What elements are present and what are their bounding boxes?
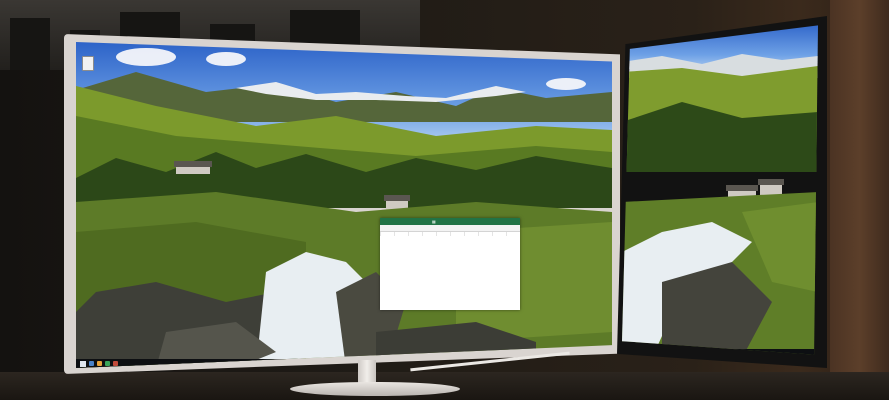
document-icon[interactable] (82, 56, 94, 71)
taskbar-app-icon[interactable] (89, 361, 94, 366)
excel-window[interactable]: ▦ (380, 218, 520, 310)
right-monitor-screen (622, 25, 818, 355)
monitor-stand-base (290, 382, 460, 396)
wallpaper-meadow-and-stream (622, 192, 818, 355)
wallpaper-hills (622, 66, 818, 172)
wallpaper-rocks-and-stream (76, 252, 536, 368)
spreadsheet-icon: ▦ (432, 219, 436, 224)
wallpaper-house (174, 161, 212, 174)
taskbar-app-icon[interactable] (105, 361, 110, 366)
wooden-door (830, 0, 889, 400)
taskbar-app-icon[interactable] (113, 361, 118, 366)
excel-title-bar[interactable]: ▦ (380, 218, 520, 225)
taskbar-app-icon[interactable] (97, 361, 102, 366)
windows-start-icon[interactable] (80, 360, 86, 367)
excel-grid[interactable] (380, 232, 520, 236)
building-silhouette (10, 18, 50, 70)
excel-ribbon[interactable] (380, 225, 520, 232)
left-monitor-screen: ▦ (76, 42, 612, 368)
